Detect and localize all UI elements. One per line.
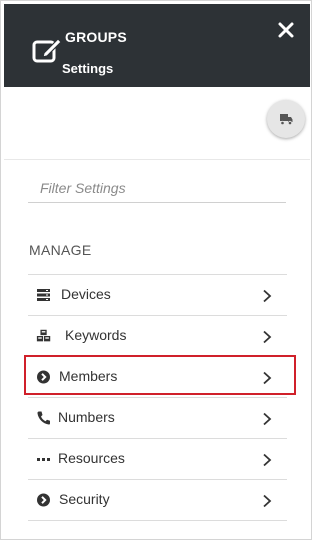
edit-square-icon: [32, 38, 62, 63]
divider: [4, 159, 310, 160]
menu-item-members[interactable]: Members: [24, 355, 296, 397]
menu-item-numbers[interactable]: Numbers: [28, 397, 287, 438]
menu-item-label: Security: [59, 491, 110, 507]
cubes-icon: [36, 329, 51, 342]
chevron-right-icon: [263, 371, 272, 385]
chevron-right-icon: [263, 494, 272, 508]
filter-settings-input[interactable]: [28, 173, 286, 203]
close-icon[interactable]: [277, 21, 295, 39]
ellipsis-icon: [37, 458, 50, 461]
chevron-right-icon: [263, 453, 272, 467]
server-icon: [37, 289, 50, 301]
menu-item-label: Devices: [61, 286, 111, 302]
menu-item-security[interactable]: Security: [28, 479, 287, 521]
circle-arrow-icon: [37, 493, 50, 507]
menu-item-label: Resources: [58, 450, 125, 466]
truck-icon: [280, 114, 293, 126]
circle-arrow-icon: [37, 370, 50, 384]
menu-item-devices[interactable]: Devices: [28, 274, 287, 315]
section-label-manage: MANAGE: [29, 242, 92, 258]
settings-panel: GROUPS Settings MANAGE Devices: [0, 0, 312, 540]
menu-item-label: Members: [59, 368, 118, 384]
panel-header: GROUPS Settings: [4, 4, 310, 87]
chevron-right-icon: [263, 289, 272, 303]
chevron-right-icon: [263, 330, 272, 344]
menu-item-keywords[interactable]: Keywords: [28, 315, 287, 356]
menu-item-label: Keywords: [65, 327, 127, 343]
menu-item-resources[interactable]: Resources: [28, 438, 287, 479]
header-subtitle: Settings: [62, 61, 114, 76]
menu-item-label: Numbers: [58, 409, 115, 425]
header-title: GROUPS: [65, 29, 127, 45]
settings-menu: Devices Keywords Members Numbers Resourc…: [24, 274, 296, 521]
truck-action-button[interactable]: [267, 100, 305, 138]
chevron-right-icon: [263, 412, 272, 426]
phone-icon: [37, 411, 50, 425]
